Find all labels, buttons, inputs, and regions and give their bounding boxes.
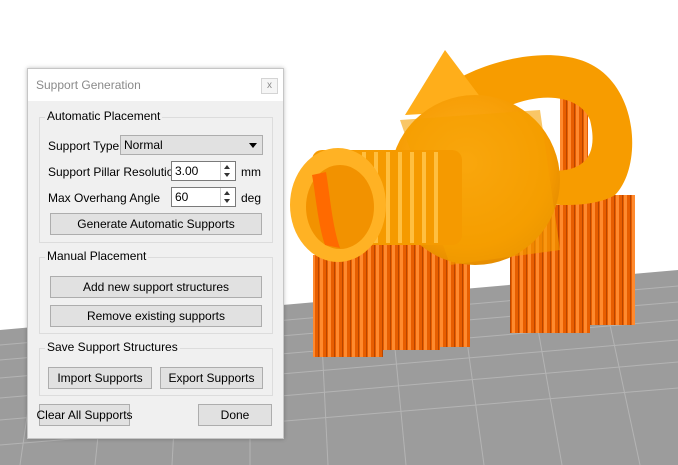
support-type-value: Normal (124, 138, 163, 152)
import-supports-button[interactable]: Import Supports (48, 367, 152, 389)
chevron-down-icon (249, 143, 257, 148)
arrow-up-icon[interactable] (224, 191, 230, 195)
manual-placement-heading: Manual Placement (45, 249, 149, 263)
add-supports-button[interactable]: Add new support structures (50, 276, 262, 298)
dialog-titlebar[interactable]: Support Generation x (28, 69, 283, 101)
remove-supports-button[interactable]: Remove existing supports (50, 305, 262, 327)
pillar-resolution-spinbox[interactable]: 3.00 (171, 161, 236, 181)
max-overhang-spinbox[interactable]: 60 (171, 187, 236, 207)
clear-all-supports-button[interactable]: Clear All Supports (36, 404, 133, 426)
close-button[interactable]: x (261, 78, 278, 94)
max-overhang-value: 60 (175, 190, 189, 204)
max-overhang-unit: deg (241, 191, 262, 205)
max-overhang-label: Max Overhang Angle (48, 191, 161, 205)
arrow-down-icon[interactable] (224, 199, 230, 203)
done-button[interactable]: Done (198, 404, 272, 426)
pillar-resolution-stepper[interactable] (220, 162, 235, 180)
automatic-placement-group: Automatic Placement Support Type Normal … (39, 109, 273, 243)
automatic-placement-heading: Automatic Placement (45, 109, 163, 123)
support-type-label: Support Type (48, 139, 120, 153)
support-generation-dialog: Support Generation x Automatic Placement… (27, 68, 284, 439)
pillar-resolution-unit: mm (241, 165, 261, 179)
arrow-down-icon[interactable] (224, 173, 230, 177)
support-type-select[interactable]: Normal (120, 135, 263, 155)
pillar-resolution-label: Support Pillar Resolution (48, 165, 181, 179)
max-overhang-stepper[interactable] (220, 188, 235, 206)
manual-placement-group: Manual Placement Add new support structu… (39, 249, 273, 334)
dialog-title: Support Generation (36, 78, 141, 92)
generate-automatic-supports-button[interactable]: Generate Automatic Supports (50, 213, 262, 235)
save-supports-heading: Save Support Structures (45, 340, 180, 354)
export-supports-button[interactable]: Export Supports (160, 367, 263, 389)
save-supports-group: Save Support Structures Import Supports … (39, 340, 273, 396)
close-icon: x (267, 80, 272, 91)
pillar-resolution-value: 3.00 (175, 164, 199, 178)
arrow-up-icon[interactable] (224, 165, 230, 169)
